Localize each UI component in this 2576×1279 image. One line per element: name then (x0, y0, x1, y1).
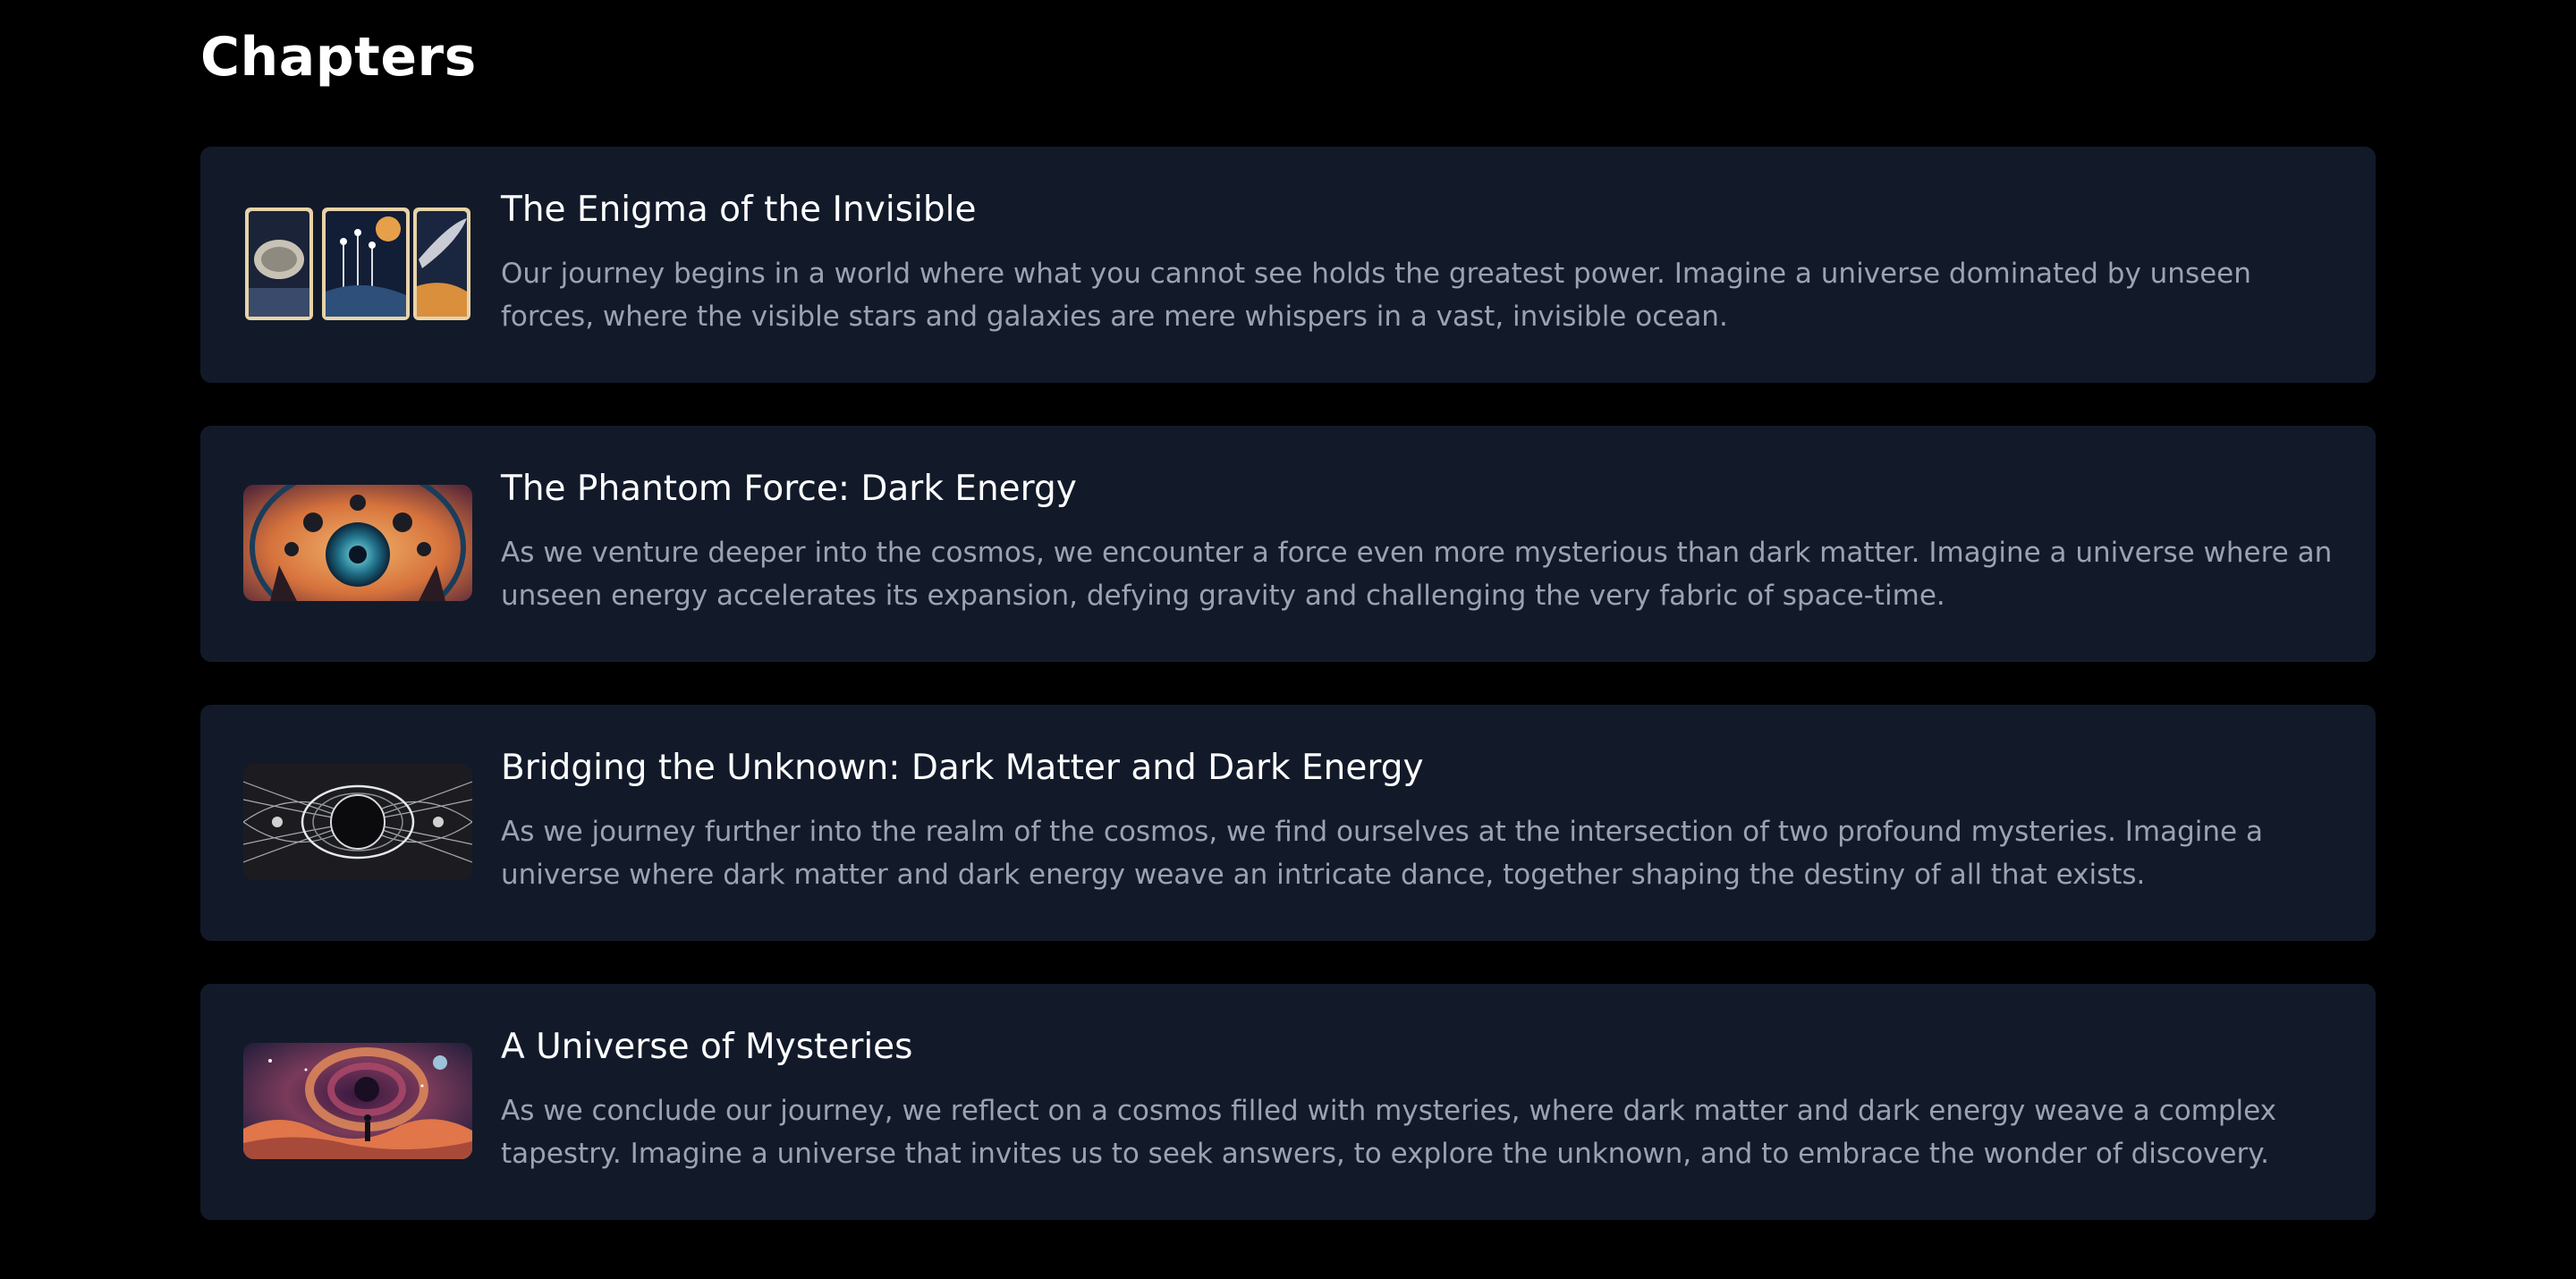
chapter-card[interactable]: The Phantom Force: Dark Energy As we ven… (200, 426, 2376, 662)
chapter-title: A Universe of Mysteries (501, 1027, 913, 1067)
chapter-thumbnail-black-hole-image (243, 764, 472, 880)
chapter-title: The Phantom Force: Dark Energy (501, 469, 1077, 509)
page-title: Chapters (200, 26, 477, 89)
chapter-card[interactable]: Bridging the Unknown: Dark Matter and Da… (200, 705, 2376, 941)
chapter-thumbnail-cosmic-orb-image (243, 485, 472, 601)
page: Chapters The Enigma of the Invisible Our… (0, 0, 2576, 1279)
chapter-card[interactable]: A Universe of Mysteries As we conclude o… (200, 984, 2376, 1220)
chapter-card[interactable]: The Enigma of the Invisible Our journey … (200, 147, 2376, 383)
chapter-description: As we venture deeper into the cosmos, we… (501, 537, 2333, 612)
chapter-description: As we journey further into the realm of … (501, 816, 2263, 891)
chapter-title: The Enigma of the Invisible (501, 190, 977, 230)
chapter-thumbnail-tarot-cards-image (243, 206, 472, 322)
chapter-thumbnail-cosmic-swirl-image (243, 1043, 472, 1159)
chapter-title: Bridging the Unknown: Dark Matter and Da… (501, 748, 1424, 788)
chapter-list: The Enigma of the Invisible Our journey … (200, 147, 2376, 1263)
chapter-description: As we conclude our journey, we reflect o… (501, 1095, 2277, 1170)
chapter-description: Our journey begins in a world where what… (501, 258, 2251, 333)
